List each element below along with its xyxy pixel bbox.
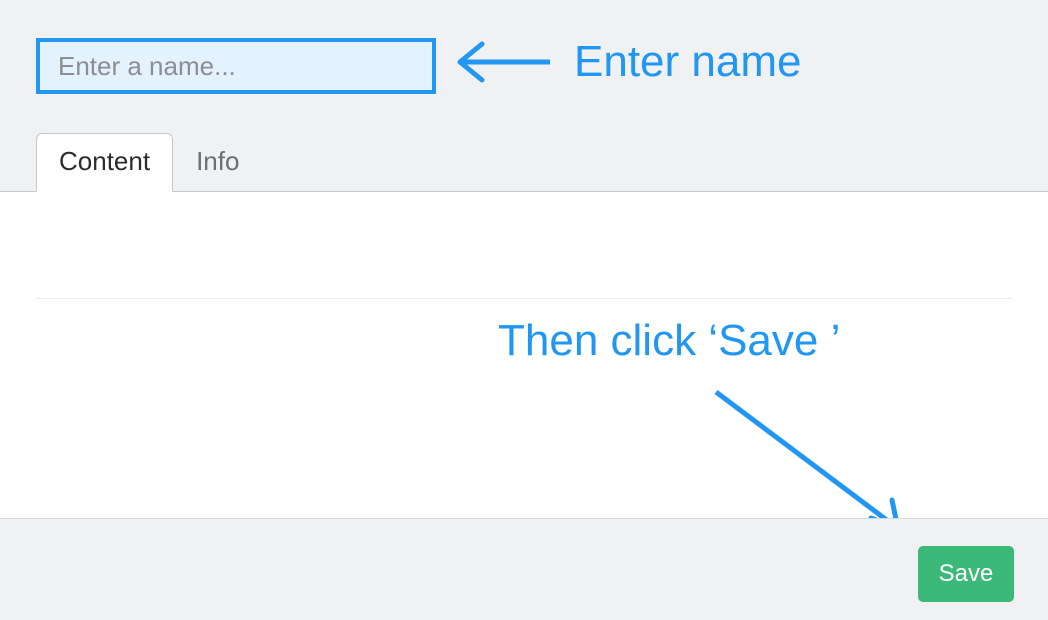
- tab-info[interactable]: Info: [173, 133, 262, 192]
- content-divider: [36, 298, 1012, 299]
- annotation-enter-name: Enter name: [448, 32, 801, 92]
- arrow-left-icon: [448, 32, 558, 92]
- save-button[interactable]: Save: [918, 546, 1014, 602]
- annotation-then-save-text: Then click ‘Save ’: [498, 316, 840, 366]
- annotation-then-save: Then click ‘Save ’: [498, 316, 840, 366]
- name-input[interactable]: [36, 38, 436, 94]
- tab-content[interactable]: Content: [36, 133, 173, 192]
- footer-bar: Save: [0, 518, 1048, 620]
- annotation-enter-name-text: Enter name: [574, 37, 801, 87]
- tabs-container: Content Info: [0, 132, 1048, 192]
